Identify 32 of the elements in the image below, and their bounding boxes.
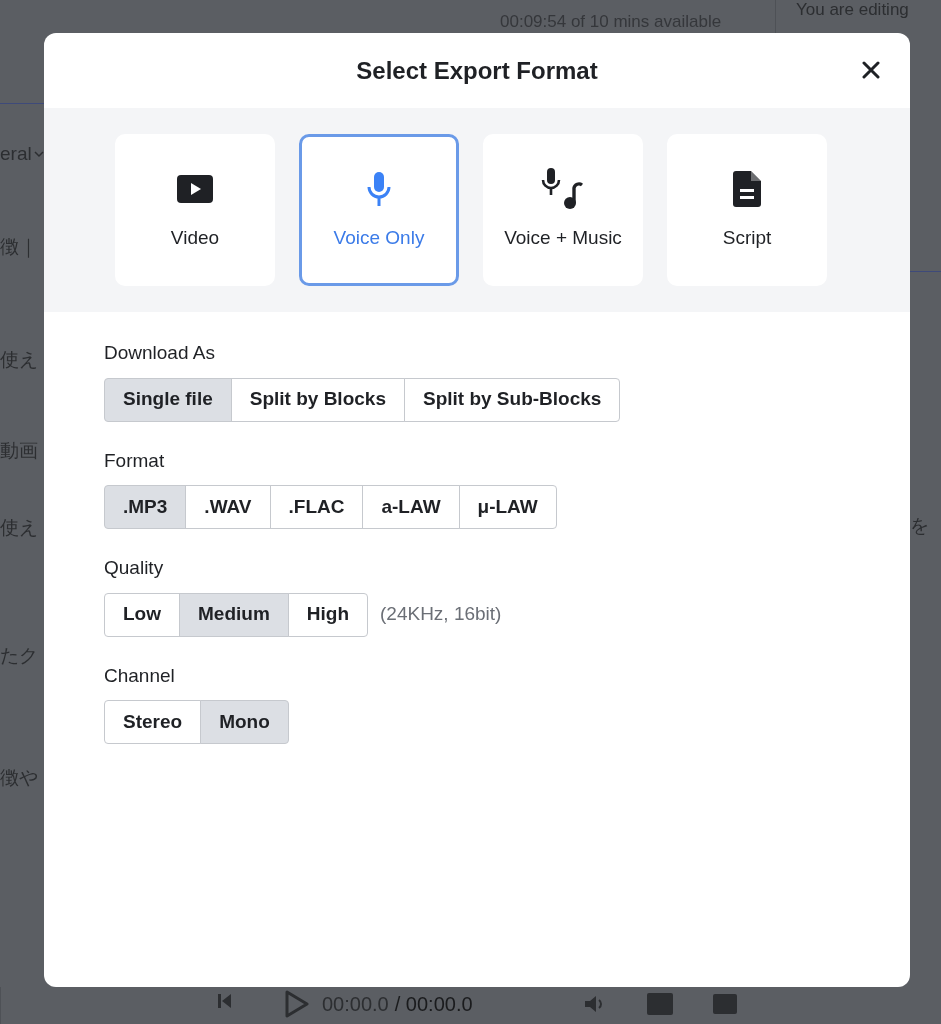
option-label: Quality [104,556,165,580]
segment-option[interactable]: μ-LAW [458,485,557,529]
segment-option[interactable]: Low [104,592,180,637]
close-button[interactable] [860,59,882,81]
total-time: / 00:00.0 [394,991,473,1017]
dialog-title: Select Export Format [356,55,598,86]
segment-option[interactable]: Medium [179,592,289,637]
chevron-down-icon [33,150,44,158]
segment-option[interactable]: Split by Sub-Blocks [403,377,621,422]
format-card[interactable]: Voice Only [299,134,459,286]
segment-option[interactable]: a-LAW [362,485,460,529]
segment-option[interactable]: Stereo [104,700,202,744]
segment-option[interactable]: .FLAC [269,485,364,529]
microphone-music-note-icon [541,167,585,210]
segment-option[interactable]: Mono [200,700,289,744]
document-icon [733,170,761,207]
segment-option[interactable]: Single file [104,377,232,422]
option-label: Format [104,448,166,473]
format-card[interactable]: Voice + Music [483,134,643,286]
skip-back-icon [216,991,232,1010]
option-label: Channel [104,663,176,688]
option-label: Download As [104,341,216,365]
format-card[interactable]: Script [667,134,827,286]
format-card[interactable]: Video [115,134,275,286]
play-video-icon [177,174,213,203]
quality-note: (24KHz, 16bit) [380,602,502,627]
play-icon [284,988,310,1019]
microphone-icon [366,171,392,206]
segment-option[interactable]: .WAV [185,485,271,529]
segment-option[interactable]: .MP3 [104,485,187,529]
segment-option[interactable]: High [287,592,368,637]
segment-option[interactable]: Split by Blocks [230,377,405,422]
